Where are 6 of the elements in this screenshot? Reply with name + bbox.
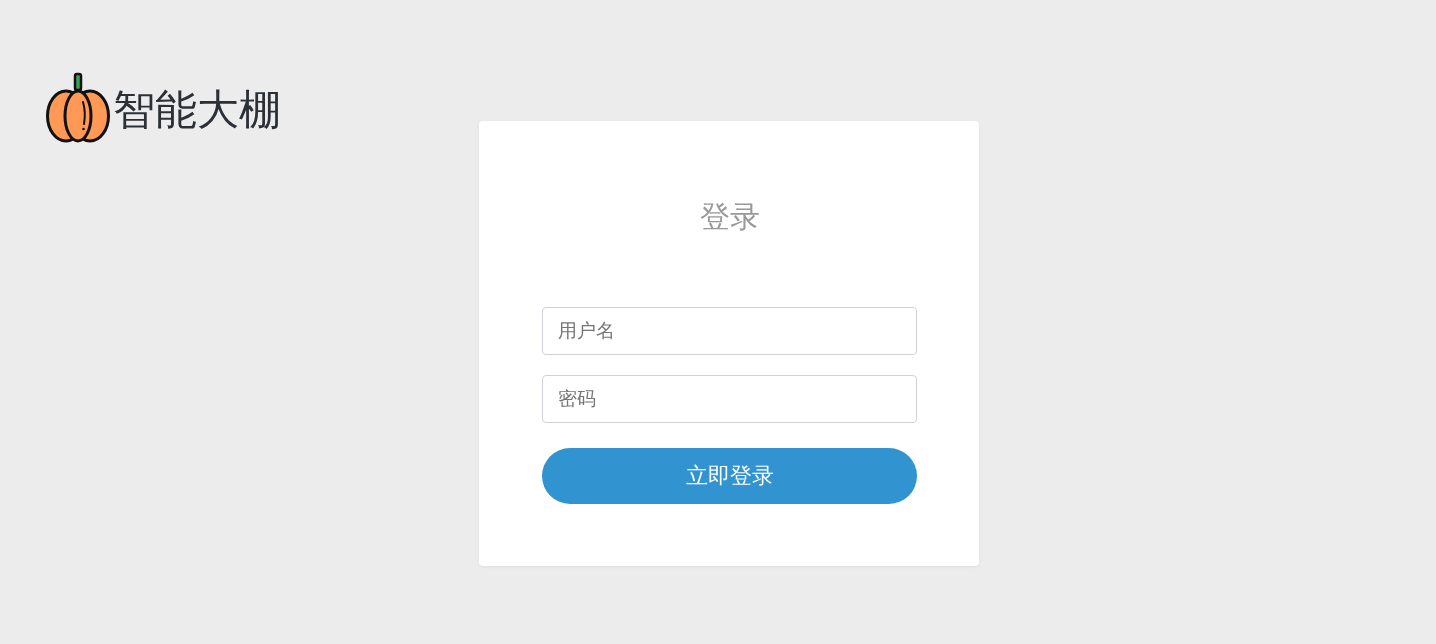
app-title: 智能大棚 xyxy=(113,84,281,135)
username-field[interactable]: 用户名 xyxy=(542,307,917,355)
password-field[interactable]: 密码 xyxy=(542,375,917,423)
login-button[interactable]: 立即登录 xyxy=(542,448,917,504)
pumpkin-icon xyxy=(45,72,111,143)
login-title: 登录 xyxy=(699,199,760,235)
